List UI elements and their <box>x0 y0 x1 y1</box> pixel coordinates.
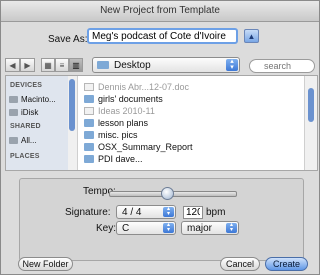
columns-icon: ▥ <box>72 60 80 70</box>
file-row[interactable]: lesson plans <box>84 117 284 128</box>
file-row[interactable]: girls' documents <box>84 93 284 104</box>
create-button[interactable]: Create <box>265 257 308 271</box>
signature-value: 4 / 4 <box>122 207 142 218</box>
sidebar-item-label: All... <box>21 135 37 145</box>
save-as-input[interactable] <box>87 28 238 44</box>
file-row[interactable]: Ideas 2010-11 <box>84 105 284 116</box>
sidebar-item-macintosh[interactable]: Macinto... <box>9 93 65 105</box>
sidebar: DEVICES Macinto... iDisk SHARED All... P… <box>6 76 69 170</box>
file-name: OSX_Summary_Report <box>98 141 193 152</box>
view-buttons: ▦ ≡ ▥ <box>41 58 83 72</box>
back-arrow-icon: ◀ <box>9 60 16 70</box>
file-row[interactable]: PDI dave... <box>84 153 284 164</box>
bpm-unit-label: bpm <box>206 207 226 218</box>
folder-icon <box>84 142 94 151</box>
list-view-button[interactable]: ≡ <box>55 58 69 72</box>
mode-value: major <box>187 223 213 234</box>
bpm-input[interactable] <box>183 206 203 219</box>
browser-toolbar: ◀ ▶ ▦ ≡ ▥ Desktop ▴▾ 🔍 <box>1 53 319 75</box>
search-input[interactable] <box>249 59 315 73</box>
file-list: Dennis Abr...12-07.doc girls' documents … <box>78 76 300 170</box>
tempo-slider[interactable] <box>109 187 237 200</box>
places-header: PLACES <box>10 153 40 160</box>
column-view-button[interactable]: ▥ <box>69 58 83 72</box>
scroll-thumb[interactable] <box>308 88 314 122</box>
file-name: lesson plans <box>98 117 149 128</box>
file-list-scrollbar[interactable] <box>304 76 317 170</box>
sidebar-item-label: iDisk <box>21 107 39 117</box>
hard-drive-icon <box>9 95 18 103</box>
file-row[interactable]: OSX_Summary_Report <box>84 141 284 152</box>
title-bar: New Project from Template <box>1 1 319 22</box>
file-name: Ideas 2010-11 <box>98 105 155 116</box>
document-icon <box>84 82 94 91</box>
scroll-thumb[interactable] <box>69 79 75 131</box>
window-title: New Project from Template <box>100 5 220 16</box>
save-dialog: New Project from Template Save As: ▲ ◀ ▶… <box>0 0 320 275</box>
grid-icon: ▦ <box>44 60 52 70</box>
network-icon <box>9 136 18 144</box>
forward-button[interactable]: ▶ <box>20 58 35 72</box>
sidebar-item-idisk[interactable]: iDisk <box>9 106 65 118</box>
nav-buttons: ◀ ▶ <box>5 58 35 72</box>
file-browser: DEVICES Macinto... iDisk SHARED All... P… <box>5 75 318 171</box>
folder-icon <box>97 61 109 69</box>
chevron-up-icon: ▲ <box>247 31 256 41</box>
slider-knob[interactable] <box>160 187 174 200</box>
devices-header: DEVICES <box>10 82 43 89</box>
folder-icon <box>84 94 94 103</box>
folder-icon <box>84 154 94 163</box>
sidebar-scrollbar[interactable] <box>68 76 78 170</box>
file-name: girls' documents <box>98 93 163 104</box>
back-button[interactable]: ◀ <box>5 58 20 72</box>
cancel-button[interactable]: Cancel <box>220 257 260 271</box>
folder-icon <box>84 130 94 139</box>
forward-arrow-icon: ▶ <box>24 60 31 70</box>
popup-arrows-icon: ▴ ▾ <box>163 222 174 233</box>
list-icon: ≡ <box>59 60 65 70</box>
signature-label: Signature: <box>65 207 111 218</box>
document-icon <box>84 106 94 115</box>
popup-arrows-icon: ▴ ▾ <box>226 58 238 71</box>
file-row[interactable]: misc. pics <box>84 129 284 140</box>
file-name: Dennis Abr...12-07.doc <box>98 81 190 92</box>
file-row[interactable]: Dennis Abr...12-07.doc <box>84 81 284 92</box>
signature-select[interactable]: 4 / 4 ▴ ▾ <box>116 205 176 219</box>
folder-icon <box>84 118 94 127</box>
file-name: PDI dave... <box>98 153 143 164</box>
expand-dialog-button[interactable]: ▲ <box>244 29 259 43</box>
key-label: Key: <box>96 223 117 234</box>
location-popup[interactable]: Desktop ▴ ▾ <box>92 57 240 73</box>
location-label: Desktop <box>114 60 151 71</box>
shared-header: SHARED <box>10 123 41 130</box>
icon-view-button[interactable]: ▦ <box>41 58 55 72</box>
key-value: C <box>122 223 130 234</box>
popup-arrows-icon: ▴ ▾ <box>226 222 237 233</box>
idisk-icon <box>9 108 18 116</box>
key-select[interactable]: C ▴ ▾ <box>116 221 176 235</box>
save-as-label: Save As: <box>48 34 88 45</box>
sidebar-item-all[interactable]: All... <box>9 134 65 146</box>
sidebar-item-label: Macinto... <box>21 94 56 104</box>
file-name: misc. pics <box>98 129 138 140</box>
popup-arrows-icon: ▴ ▾ <box>163 206 174 217</box>
new-folder-button[interactable]: New Folder <box>18 257 73 271</box>
mode-select[interactable]: major ▴ ▾ <box>181 221 239 235</box>
